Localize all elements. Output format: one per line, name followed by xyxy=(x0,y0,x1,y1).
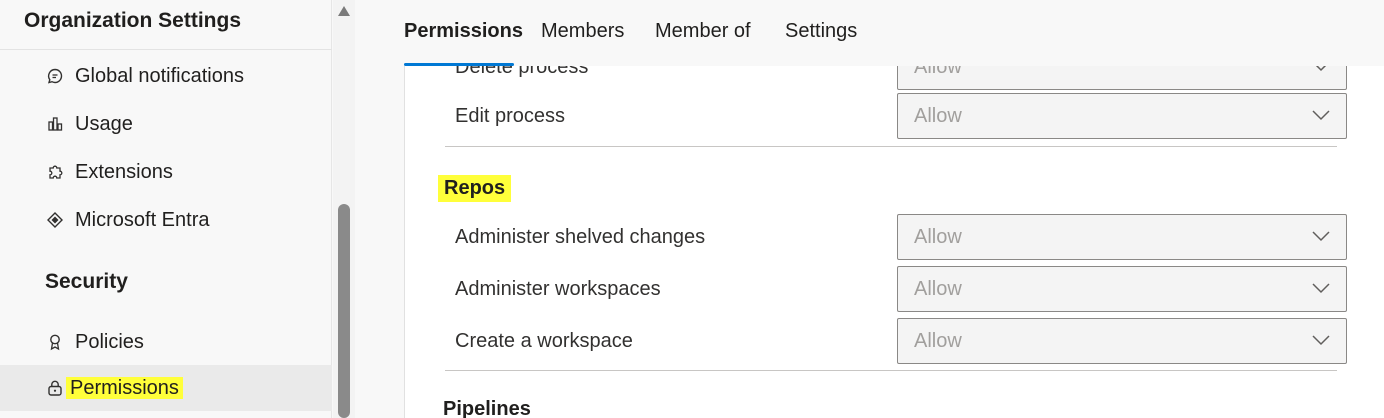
sidebar-item-label: Global notifications xyxy=(75,64,244,87)
sidebar-item-global-notifications[interactable]: Global notifications xyxy=(0,53,332,99)
sidebar-item-permissions[interactable]: Permissions xyxy=(0,365,332,411)
group-divider xyxy=(445,146,1337,147)
sidebar-item-microsoft-entra[interactable]: Microsoft Entra xyxy=(0,197,332,243)
permission-select[interactable]: Allow xyxy=(897,318,1347,364)
sidebar-item-extensions[interactable]: Extensions xyxy=(0,149,332,195)
permission-label: Administer workspaces xyxy=(455,278,661,300)
sidebar-item-label: Policies xyxy=(75,330,144,353)
sidebar-item-label: Permissions xyxy=(66,376,183,400)
permission-value: Allow xyxy=(914,66,962,78)
usage-chart-icon xyxy=(46,115,64,133)
permission-row: Delete process Allow xyxy=(405,66,1384,90)
permission-row: Edit process Allow xyxy=(405,93,1384,139)
scrollbar-thumb[interactable] xyxy=(338,204,350,418)
sidebar-item-label: Microsoft Entra xyxy=(75,208,210,231)
organization-settings-title: Organization Settings xyxy=(24,9,242,32)
permission-row: Administer shelved changes Allow xyxy=(405,214,1384,260)
entra-diamond-icon xyxy=(46,211,64,229)
settings-sidebar: Organization Settings Global notificatio… xyxy=(0,0,332,418)
chevron-down-icon xyxy=(1312,335,1330,346)
tab-member-of[interactable]: Member of xyxy=(655,20,751,43)
permission-label: Create a workspace xyxy=(455,330,633,352)
group-divider xyxy=(445,370,1337,371)
lock-icon xyxy=(46,379,64,397)
sidebar-scrollbar[interactable] xyxy=(333,0,355,418)
notification-bubble-icon xyxy=(46,67,64,85)
chevron-down-icon xyxy=(1315,66,1327,72)
permissions-panel: Delete process Allow Edit process Allow … xyxy=(404,66,1384,418)
permissions-highlighted-label: Permissions xyxy=(66,376,183,399)
permission-select[interactable]: Allow xyxy=(897,214,1347,260)
permission-value: Allow xyxy=(914,330,962,352)
scroll-up-arrow-icon[interactable] xyxy=(338,6,350,16)
tab-members[interactable]: Members xyxy=(541,20,624,43)
extensions-puzzle-icon xyxy=(46,163,64,181)
permission-label: Administer shelved changes xyxy=(455,226,706,248)
chevron-down-icon xyxy=(1312,231,1330,242)
sidebar-item-policies[interactable]: Policies xyxy=(0,319,332,365)
permission-value: Allow xyxy=(914,226,962,248)
title-divider xyxy=(0,49,332,50)
sidebar-item-usage[interactable]: Usage xyxy=(0,101,332,147)
permission-select[interactable]: Allow xyxy=(897,266,1347,312)
chevron-down-icon xyxy=(1312,283,1330,294)
permission-row: Create a workspace Allow xyxy=(405,318,1384,364)
sidebar-item-label: Usage xyxy=(75,112,133,135)
permission-value: Allow xyxy=(914,105,962,127)
permission-label: Edit process xyxy=(455,105,566,127)
permission-value: Allow xyxy=(914,278,962,300)
tab-settings[interactable]: Settings xyxy=(785,20,857,43)
sidebar-item-label: Extensions xyxy=(75,160,173,183)
group-header-pipelines: Pipelines xyxy=(443,398,531,418)
main-content: Permissions Members Member of Settings D… xyxy=(356,0,1384,418)
group-header-repos: Repos xyxy=(438,175,512,202)
tab-bar: Permissions Members Member of Settings xyxy=(356,0,1384,66)
tab-permissions[interactable]: Permissions xyxy=(404,20,523,43)
permission-label: Delete process xyxy=(455,66,589,78)
policy-ribbon-icon xyxy=(46,333,64,351)
chevron-down-icon xyxy=(1312,110,1330,121)
permission-row: Administer workspaces Allow xyxy=(405,266,1384,312)
permission-select[interactable]: Allow xyxy=(897,93,1347,139)
security-section-header: Security xyxy=(45,270,128,293)
permission-select[interactable]: Allow xyxy=(897,66,1347,90)
